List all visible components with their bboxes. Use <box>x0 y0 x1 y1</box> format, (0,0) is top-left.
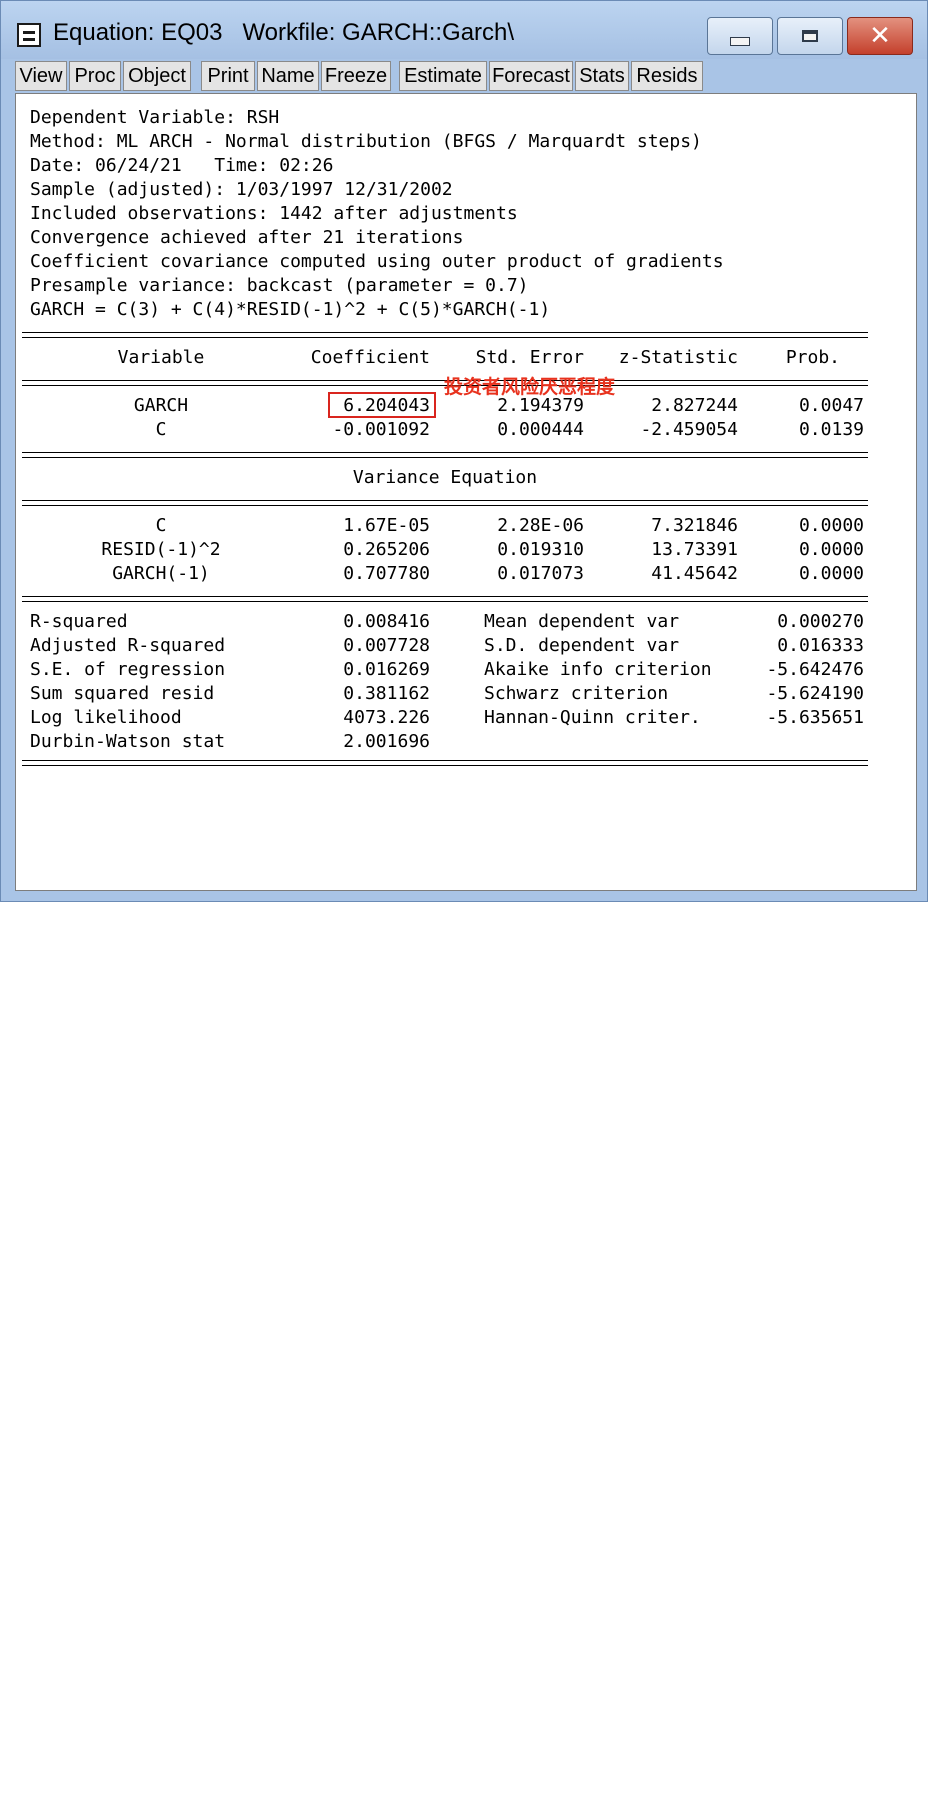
object-button[interactable]: Object <box>123 61 191 91</box>
stat-value: 0.007728 <box>343 635 430 656</box>
stat-label: S.D. dependent var <box>484 635 680 656</box>
col-header-variable: Variable <box>117 347 205 368</box>
stat-value: 0.381162 <box>343 683 430 704</box>
title-bar[interactable]: Equation: EQ03 Workfile: GARCH::Garch\ ✕ <box>1 1 927 59</box>
z-statistic-value: -2.459054 <box>640 419 738 440</box>
header-line: Included observations: 1442 after adjust… <box>30 203 518 224</box>
col-header-coefficient: Coefficient <box>310 347 430 368</box>
table-rule <box>22 500 868 501</box>
header-line: Sample (adjusted): 1/03/1997 12/31/2002 <box>30 179 453 200</box>
col-header-prob: Prob. <box>785 347 840 368</box>
variable-name: RESID(-1)^2 <box>101 539 221 560</box>
std-error-value: 0.000444 <box>497 419 584 440</box>
z-statistic-value: 13.73391 <box>651 539 738 560</box>
header-line: Date: 06/24/21 Time: 02:26 <box>30 155 334 176</box>
variance-equation-title: Variance Equation <box>352 467 538 488</box>
prob-value: 0.0000 <box>798 539 864 560</box>
close-icon: ✕ <box>869 21 891 51</box>
stat-value: 0.016269 <box>343 659 430 680</box>
stat-value: 0.000270 <box>777 611 864 632</box>
prob-value: 0.0000 <box>798 563 864 584</box>
stat-label: R-squared <box>30 611 128 632</box>
table-rule <box>22 765 868 766</box>
coefficient-value: 0.265206 <box>343 539 430 560</box>
table-rule <box>22 457 868 458</box>
stat-label: Sum squared resid <box>30 683 215 704</box>
col-header-std-error: Std. Error <box>475 347 584 368</box>
name-button[interactable]: Name <box>257 61 319 91</box>
stat-label: Mean dependent var <box>484 611 680 632</box>
prob-value: 0.0047 <box>798 395 864 416</box>
std-error-value: 0.019310 <box>497 539 584 560</box>
maximize-button[interactable] <box>777 17 843 55</box>
table-rule <box>22 601 868 602</box>
minimize-button[interactable] <box>707 17 773 55</box>
table-rule <box>22 505 868 506</box>
stat-label: Log likelihood <box>30 707 182 728</box>
table-rule <box>22 452 868 453</box>
maximize-icon <box>802 30 818 42</box>
forecast-button[interactable]: Forecast <box>489 61 573 91</box>
stat-label: Akaike info criterion <box>484 659 712 680</box>
stat-label: S.E. of regression <box>30 659 226 680</box>
table-rule <box>22 337 868 338</box>
stat-label: Durbin-Watson stat <box>30 731 226 752</box>
variable-name: C <box>155 515 167 536</box>
col-header-z-statistic: z-Statistic <box>618 347 738 368</box>
close-button[interactable]: ✕ <box>847 17 913 55</box>
stat-value: 4073.226 <box>343 707 430 728</box>
proc-button[interactable]: Proc <box>69 61 121 91</box>
stat-value: -5.635651 <box>766 707 864 728</box>
header-line: Presample variance: backcast (parameter … <box>30 275 529 296</box>
header-line: Method: ML ARCH - Normal distribution (B… <box>30 131 702 152</box>
equation-window: Equation: EQ03 Workfile: GARCH::Garch\ ✕… <box>0 0 928 902</box>
header-line: Dependent Variable: RSH <box>30 107 280 128</box>
stat-label: Adjusted R-squared <box>30 635 226 656</box>
header-line: GARCH = C(3) + C(4)*RESID(-1)^2 + C(5)*G… <box>30 299 551 320</box>
stat-value: -5.642476 <box>766 659 864 680</box>
stat-value: 2.001696 <box>343 731 430 752</box>
coefficient-value: 1.67E-05 <box>343 515 430 536</box>
table-rule <box>22 332 868 333</box>
freeze-button[interactable]: Freeze <box>321 61 391 91</box>
table-rule <box>22 596 868 597</box>
stats-button[interactable]: Stats <box>575 61 629 91</box>
header-line: Convergence achieved after 21 iterations <box>30 227 464 248</box>
header-line: Coefficient covariance computed using ou… <box>30 251 724 272</box>
table-rule <box>22 760 868 761</box>
estimate-button[interactable]: Estimate <box>399 61 487 91</box>
stat-label: Hannan-Quinn criter. <box>484 707 701 728</box>
annotation-label: 投资者风险厌恶程度 <box>444 376 616 398</box>
view-button[interactable]: View <box>15 61 67 91</box>
print-button[interactable]: Print <box>201 61 255 91</box>
stat-value: -5.624190 <box>766 683 864 704</box>
prob-value: 0.0139 <box>798 419 864 440</box>
equation-window-icon[interactable] <box>17 23 41 47</box>
toolbar: View Proc Object Print Name Freeze Estim… <box>15 61 915 91</box>
coefficient-value: 0.707780 <box>343 563 430 584</box>
std-error-value: 2.28E-06 <box>497 515 584 536</box>
z-statistic-value: 41.45642 <box>651 563 738 584</box>
resids-button[interactable]: Resids <box>631 61 703 91</box>
variable-name: C <box>155 419 167 440</box>
coefficient-value: -0.001092 <box>332 419 430 440</box>
stat-value: 0.016333 <box>777 635 864 656</box>
estimation-output[interactable]: Dependent Variable: RSH Method: ML ARCH … <box>15 93 917 891</box>
variable-name: GARCH <box>133 395 189 416</box>
stat-value: 0.008416 <box>343 611 430 632</box>
annotation-highlight-box <box>328 392 436 418</box>
window-title: Equation: EQ03 Workfile: GARCH::Garch\ <box>53 19 515 46</box>
stat-label: Schwarz criterion <box>484 683 669 704</box>
prob-value: 0.0000 <box>798 515 864 536</box>
variable-name: GARCH(-1) <box>112 563 210 584</box>
z-statistic-value: 7.321846 <box>651 515 738 536</box>
minimize-icon <box>730 36 750 46</box>
std-error-value: 0.017073 <box>497 563 584 584</box>
